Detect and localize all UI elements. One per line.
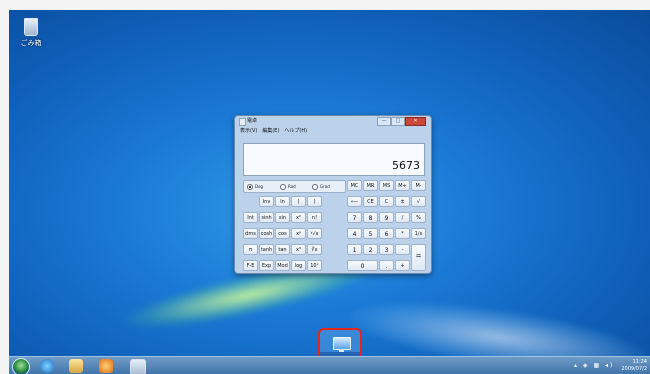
desktop: ごみ箱 電卓 — □ ✕ 表示(V) 編集(E) ヘルプ(H) 5673 Deg… [9,10,650,374]
cosh-button[interactable]: cosh [259,228,274,239]
lparen-button[interactable]: ( [291,196,306,207]
yroot-button[interactable]: ʸ√x [307,228,322,239]
pi-button[interactable]: π [243,244,258,255]
sin-button[interactable]: sin [275,212,290,223]
ten-power-button[interactable]: 10ˣ [307,260,322,271]
taskbar: ▴ ◈ ▦ ◂) 11:24 2009/07/2 [9,356,650,374]
backspace-button[interactable]: ⟵ [347,196,362,207]
recycle-bin-icon [24,18,38,36]
menu-edit[interactable]: 編集(E) [262,127,279,135]
clock[interactable]: 11:24 2009/07/2 [621,359,647,373]
sqrt-button[interactable]: √ [411,196,426,207]
radio-empty-icon [280,183,286,190]
start-button[interactable] [12,358,30,374]
divide-button[interactable]: / [395,212,410,223]
system-tray: ▴ ◈ ▦ ◂) 11:24 2009/07/2 [570,357,650,374]
radio-grad[interactable]: Grad [312,181,330,192]
cube-button[interactable]: x³ [291,244,306,255]
minimize-button[interactable]: — [377,117,391,126]
fe-button[interactable]: F-E [243,260,258,271]
add-button[interactable]: + [395,260,410,271]
mminus-button[interactable]: M- [411,180,426,191]
decimal-button[interactable]: . [379,260,394,271]
recycle-bin[interactable]: ごみ箱 [16,18,46,58]
digit-5-button[interactable]: 5 [363,228,378,239]
percent-button[interactable]: % [411,212,426,223]
sinh-button[interactable]: sinh [259,212,274,223]
internet-explorer-icon[interactable] [40,359,54,373]
ln-button[interactable]: ln [275,196,290,207]
c-button[interactable]: C [379,196,394,207]
calculator-display: 5673 [243,143,425,176]
window-title: 電卓 [247,118,258,124]
mr-button[interactable]: MR [363,180,378,191]
cube-root-button[interactable]: ∛x [307,244,322,255]
digit-6-button[interactable]: 6 [379,228,394,239]
plusminus-button[interactable]: ± [395,196,410,207]
ce-button[interactable]: CE [363,196,378,207]
square-button[interactable]: x² [291,212,306,223]
reciprocal-button[interactable]: 1/x [411,228,426,239]
equals-button[interactable]: = [411,244,426,271]
log-button[interactable]: log [291,260,306,271]
ms-button[interactable]: MS [379,180,394,191]
menu-view[interactable]: 表示(V) [240,127,257,135]
radio-rad[interactable]: Rad [280,181,296,192]
calculator-taskbar-icon[interactable] [130,359,146,374]
int-button[interactable]: Int [243,212,258,223]
recycle-bin-label: ごみ箱 [20,39,42,47]
digit-3-button[interactable]: 3 [379,244,394,255]
radio-selected-icon [247,183,253,190]
mod-button[interactable]: Mod [275,260,290,271]
display-value: 5673 [392,159,420,172]
clock-time: 11:24 [632,359,647,365]
cos-button[interactable]: cos [275,228,290,239]
mc-button[interactable]: MC [347,180,362,191]
digit-1-button[interactable]: 1 [347,244,362,255]
tray-icons[interactable]: ▴ ◈ ▦ ◂) [574,362,614,369]
mplus-button[interactable]: M+ [395,180,410,191]
clock-date: 2009/07/2 [621,366,647,372]
rparen-button[interactable]: ) [307,196,322,207]
angle-mode-group: Deg Rad Grad [243,180,346,193]
dms-button[interactable]: dms [243,228,258,239]
multiply-button[interactable]: * [395,228,410,239]
radio-empty-icon [312,183,318,190]
power-button[interactable]: xʸ [291,228,306,239]
radio-deg[interactable]: Deg [247,181,263,192]
calculator-window[interactable]: 電卓 — □ ✕ 表示(V) 編集(E) ヘルプ(H) 5673 Deg Rad… [234,115,432,274]
digit-7-button[interactable]: 7 [347,212,362,223]
close-button[interactable]: ✕ [405,117,426,126]
title-bar[interactable]: 電卓 — □ ✕ [235,116,431,127]
inv-button[interactable]: Inv [259,196,274,207]
tanh-button[interactable]: tanh [259,244,274,255]
digit-4-button[interactable]: 4 [347,228,362,239]
empty-slot [243,196,258,207]
menu-bar: 表示(V) 編集(E) ヘルプ(H) [235,127,431,135]
digit-8-button[interactable]: 8 [363,212,378,223]
exp-button[interactable]: Exp [259,260,274,271]
subtract-button[interactable]: - [395,244,410,255]
menu-help[interactable]: ヘルプ(H) [284,127,307,135]
digit-2-button[interactable]: 2 [363,244,378,255]
digit-0-button[interactable]: 0 [347,260,378,271]
factorial-button[interactable]: n! [307,212,322,223]
media-player-icon[interactable] [99,359,113,373]
digit-9-button[interactable]: 9 [379,212,394,223]
folder-icon[interactable] [69,359,83,373]
maximize-button[interactable]: □ [391,117,405,126]
calculator-app-icon [239,118,246,126]
tan-button[interactable]: tan [275,244,290,255]
